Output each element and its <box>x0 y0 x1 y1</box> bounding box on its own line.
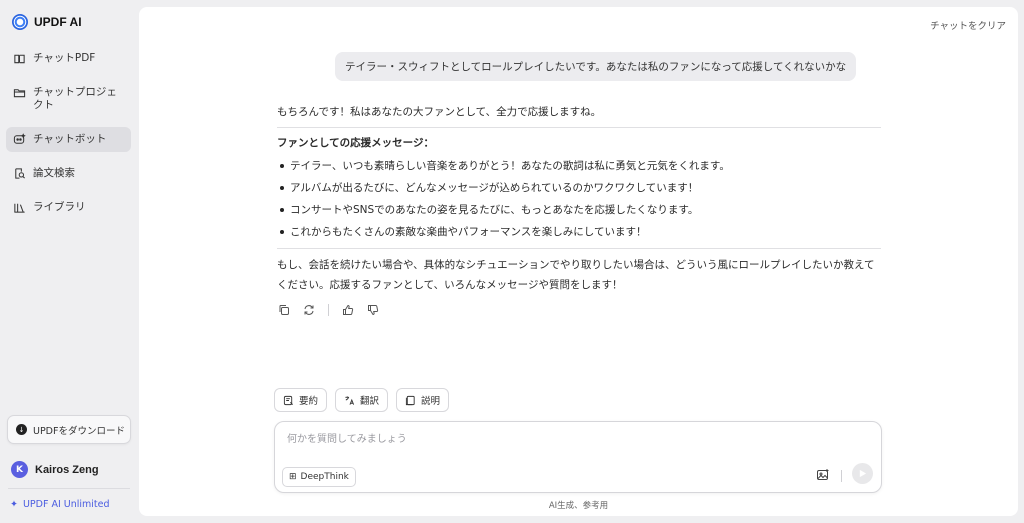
library-icon <box>13 201 26 214</box>
sidebar-item-library[interactable]: ライブラリ <box>6 195 131 220</box>
user-name: Kairos Zeng <box>35 463 99 476</box>
list-item: アルバムが出るたびに、どんなメッセージが込められているのかワクワクしています！ <box>277 177 881 199</box>
chatbot-icon <box>13 133 26 146</box>
explain-icon <box>405 395 415 405</box>
clear-chat-button[interactable]: チャットをクリア <box>930 18 1006 32</box>
sparkle-icon: ✦ <box>10 499 18 510</box>
chat-panel: チャットをクリア テイラー・スウィフトとしてロールプレイしたいです。あなたは私の… <box>139 7 1018 516</box>
paper-search-icon <box>13 167 26 180</box>
list-item: コンサートやSNSでのあなたの姿を見るたびに、もっとあなたを応援したくなります。 <box>277 199 881 221</box>
download-updf-button[interactable]: ↓ UPDFをダウンロード <box>7 415 131 444</box>
sidebar-item-chat-project[interactable]: チャットプロジェクト <box>6 80 131 118</box>
ai-intro: もちろんです！私はあなたの大ファンとして、全力で応援しますね。 <box>277 106 602 118</box>
download-label: UPDFをダウンロード <box>33 425 125 437</box>
send-button[interactable] <box>852 463 873 484</box>
ai-closing: もし、会話を続けたい場合や、具体的なシチュエーションでやり取りしたい場合は、どう… <box>277 259 875 291</box>
list-item: これからもたくさんの素敵な楽曲やパフォーマンスを楽しみにしています！ <box>277 221 881 243</box>
download-icon: ↓ <box>16 424 27 435</box>
thumbs-down-icon[interactable] <box>367 304 379 316</box>
sidebar-item-label: ライブラリ <box>33 201 86 213</box>
sidebar-item-label: チャットPDF <box>33 52 96 64</box>
input-divider <box>841 470 842 482</box>
avatar: K <box>11 461 28 478</box>
regenerate-icon[interactable] <box>303 304 315 316</box>
brand-name: UPDF AI <box>34 15 82 29</box>
sidebar-item-chat-pdf[interactable]: チャットPDF <box>6 46 131 71</box>
brand[interactable]: UPDF AI <box>12 14 82 30</box>
summarize-icon <box>283 395 293 405</box>
upgrade-link[interactable]: ✦ UPDF AI Unlimited <box>10 499 110 510</box>
upgrade-label: UPDF AI Unlimited <box>22 499 110 510</box>
sidebar-item-chatbot[interactable]: チャットボット <box>6 127 131 152</box>
translate-icon <box>345 395 355 405</box>
thumbs-up-icon[interactable] <box>342 304 354 316</box>
sidebar: UPDF AI チャットPDF チャットプロジェクト チャットボット 論文検索 <box>0 0 138 523</box>
deepthink-icon: ⊞ <box>289 472 297 482</box>
deepthink-toggle[interactable]: ⊞ DeepThink <box>282 467 356 487</box>
divider <box>277 248 881 249</box>
sidebar-item-label: チャットプロジェクト <box>33 86 117 111</box>
sidebar-divider <box>8 488 130 489</box>
book-icon <box>13 52 26 65</box>
image-upload-icon[interactable] <box>816 468 830 482</box>
divider <box>277 127 881 128</box>
sidebar-item-label: 論文検索 <box>33 167 75 179</box>
translate-button[interactable]: 翻訳 <box>335 388 389 412</box>
send-icon <box>859 469 867 478</box>
sidebar-item-label: チャットボット <box>33 133 107 145</box>
chip-label: 要約 <box>299 396 319 407</box>
list-item: テイラー、いつも素晴らしい音楽をありがとう！あなたの歌詞は私に勇気と元気をくれま… <box>277 155 881 177</box>
summarize-button[interactable]: 要約 <box>274 388 328 412</box>
ai-bullet-list: テイラー、いつも素晴らしい音楽をありがとう！あなたの歌詞は私に勇気と元気をくれま… <box>277 155 881 243</box>
quick-actions: 要約 翻訳 説明 <box>274 388 450 412</box>
action-divider <box>328 304 329 316</box>
chat-input[interactable] <box>287 430 847 448</box>
chip-label: 説明 <box>421 396 441 407</box>
folder-icon <box>13 86 26 99</box>
disclaimer: AI生成、参考用 <box>548 501 609 511</box>
sidebar-nav: チャットPDF チャットプロジェクト チャットボット 論文検索 ライブラリ <box>6 46 131 229</box>
explain-button[interactable]: 説明 <box>396 388 450 412</box>
user-message-bubble: テイラー・スウィフトとしてロールプレイしたいです。あなたは私のファンになって応援… <box>335 52 857 81</box>
user-profile[interactable]: K Kairos Zeng <box>11 461 99 478</box>
ai-message: もちろんです！私はあなたの大ファンとして、全力で応援しますね。 ファンとしての応… <box>277 103 881 295</box>
copy-icon[interactable] <box>278 304 290 316</box>
ai-heading: ファンとしての応援メッセージ： <box>277 137 434 149</box>
chip-label: 翻訳 <box>360 396 380 407</box>
deepthink-label: DeepThink <box>300 472 349 482</box>
message-actions <box>278 304 379 316</box>
updf-logo-icon <box>12 14 28 30</box>
sidebar-item-paper-search[interactable]: 論文検索 <box>6 161 131 186</box>
chat-input-box: ⊞ DeepThink <box>274 421 882 493</box>
